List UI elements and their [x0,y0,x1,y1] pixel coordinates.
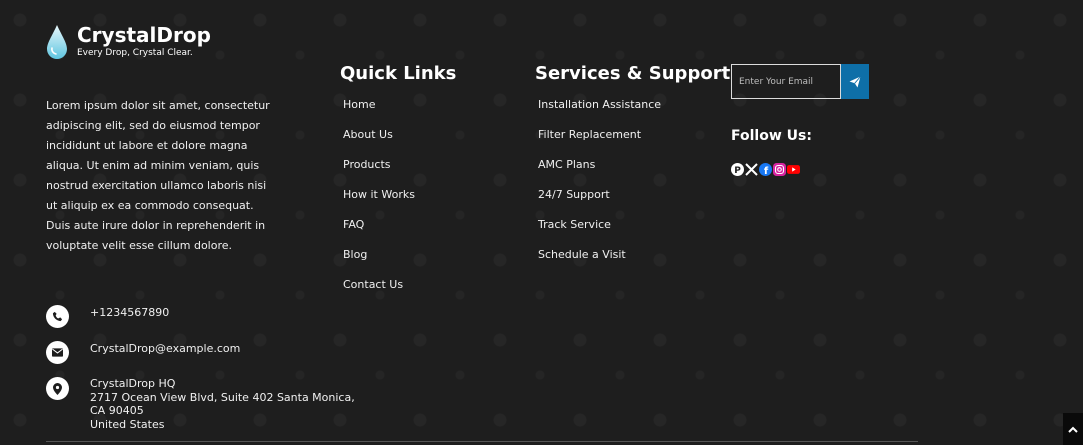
quick-link-products[interactable]: Products [343,150,415,180]
quick-link-about-us[interactable]: About Us [343,120,415,150]
footer-divider [46,441,918,442]
svg-text:f: f [764,166,769,176]
paper-plane-icon [849,75,861,87]
service-link-installation[interactable]: Installation Assistance [538,90,661,120]
quick-links-title: Quick Links [340,63,457,84]
services-list: Installation Assistance Filter Replaceme… [538,90,661,270]
contact-phone[interactable]: +1234567890 [46,305,169,328]
water-drop-icon [47,25,67,59]
quick-links-list: Home About Us Products How it Works FAQ … [343,90,415,300]
youtube-icon[interactable] [787,163,800,176]
email-input[interactable] [731,64,841,99]
phone-number: +1234567890 [90,306,170,319]
service-link-support[interactable]: 24/7 Support [538,180,661,210]
brand-name: CrystalDrop [77,23,211,47]
brand-logo[interactable]: CrystalDrop Every Drop, Crystal Clear. [46,22,211,60]
phone-icon [46,305,69,328]
quick-link-contact-us[interactable]: Contact Us [343,270,415,300]
address-line: CA 90405 [90,404,144,417]
quick-link-faq[interactable]: FAQ [343,210,415,240]
address-line: CrystalDrop HQ [90,377,176,390]
social-links: P f [731,163,800,176]
quick-link-how-it-works[interactable]: How it Works [343,180,415,210]
newsletter-form [731,64,869,99]
facebook-icon[interactable]: f [759,163,772,176]
location-pin-icon [46,377,69,400]
service-link-amc-plans[interactable]: AMC Plans [538,150,661,180]
instagram-icon[interactable] [773,163,786,176]
follow-us-title: Follow Us: [731,128,812,144]
subscribe-button[interactable] [841,64,869,99]
service-link-filter-replacement[interactable]: Filter Replacement [538,120,661,150]
envelope-icon [46,341,69,364]
service-link-track-service[interactable]: Track Service [538,210,661,240]
address-line: 2717 Ocean View Blvd, Suite 402 Santa Mo… [90,390,355,404]
email-address: CrystalDrop@example.com [90,342,241,355]
contact-address: CrystalDrop HQ 2717 Ocean View Blvd, Sui… [46,377,355,431]
brand-tagline: Every Drop, Crystal Clear. [77,48,193,58]
address-block: CrystalDrop HQ 2717 Ocean View Blvd, Sui… [90,377,355,431]
contact-email[interactable]: CrystalDrop@example.com [46,341,240,364]
chevron-up-icon [1068,426,1078,433]
scroll-to-top-button[interactable] [1063,413,1083,445]
service-link-schedule-visit[interactable]: Schedule a Visit [538,240,661,270]
services-title: Services & Support [535,63,731,84]
pinterest-icon[interactable]: P [731,163,744,176]
site-footer: CrystalDrop Every Drop, Crystal Clear. L… [0,0,1083,445]
address-line: United States [90,417,165,431]
svg-text:P: P [734,166,741,176]
quick-link-home[interactable]: Home [343,90,415,120]
quick-link-blog[interactable]: Blog [343,240,415,270]
x-icon[interactable] [745,163,758,176]
about-text: Lorem ipsum dolor sit amet, consectetur … [46,99,270,252]
